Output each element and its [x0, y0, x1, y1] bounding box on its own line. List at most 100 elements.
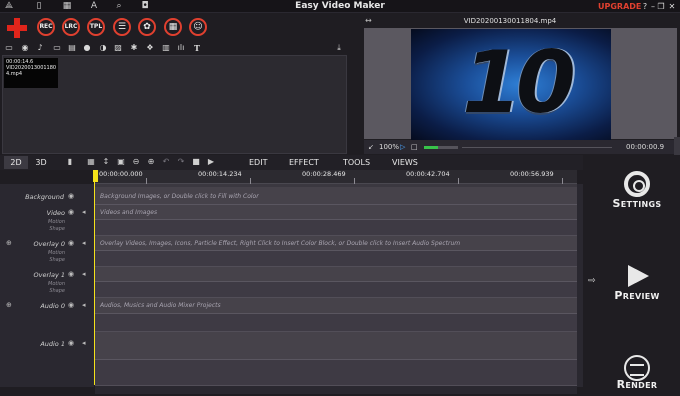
close-button[interactable]: ✕: [667, 0, 677, 13]
tab-2d[interactable]: 2D: [4, 156, 28, 169]
tab-3d[interactable]: 3D: [30, 156, 52, 169]
menu-views[interactable]: VIEWS: [392, 156, 418, 169]
render-button[interactable]: RENDER: [607, 378, 667, 391]
eye-icon[interactable]: ◉: [68, 270, 74, 278]
track-lane-audio-1[interactable]: [95, 332, 577, 360]
ruler-mark: 00:00:00.000: [99, 170, 143, 178]
speaker-icon[interactable]: ◂: [82, 339, 86, 347]
subtitle-list-button[interactable]: ☰: [113, 18, 131, 36]
eye-icon[interactable]: ◉: [68, 239, 74, 247]
track-label-video: Video: [46, 209, 65, 217]
timeline-horizontal-scrollbar[interactable]: [95, 386, 577, 394]
grid-icon[interactable]: ▦: [62, 1, 72, 11]
media-item[interactable]: 00:00:14.6 VID2020013001180 4.mp4: [4, 58, 58, 88]
lrc-button[interactable]: LRC: [62, 18, 80, 36]
volume-track[interactable]: [438, 146, 458, 149]
photo-edit-button[interactable]: ▦: [164, 18, 182, 36]
media-video-icon[interactable]: ▭: [4, 43, 14, 53]
snapshot-icon[interactable]: ▣: [116, 157, 126, 167]
audio-spectrum-icon[interactable]: ılı: [176, 43, 186, 53]
playhead-handle[interactable]: [93, 170, 98, 182]
playhead[interactable]: [94, 182, 95, 385]
restore-button[interactable]: ❐: [656, 0, 666, 13]
track-lane-overlay-0-sub[interactable]: [95, 251, 577, 267]
color-block-icon[interactable]: ▥: [161, 43, 171, 53]
subtitle-icon[interactable]: ▤: [67, 43, 77, 53]
track-label-audio-0: Audio 0: [40, 302, 65, 310]
track-hint-video: Videos and Images: [100, 209, 158, 216]
eye-icon[interactable]: ◉: [68, 339, 74, 347]
track-lane-video[interactable]: [95, 205, 577, 220]
eye-icon[interactable]: ◉: [68, 208, 74, 216]
track-lane-audio-1-sub[interactable]: [95, 360, 577, 386]
text-icon[interactable]: T: [192, 43, 202, 53]
effects-button[interactable]: ✿: [138, 18, 156, 36]
zoom-out-icon[interactable]: ⊖: [131, 157, 141, 167]
speaker-icon[interactable]: ◂: [82, 239, 86, 247]
zoom-level[interactable]: 100%: [379, 141, 399, 153]
menu-tools[interactable]: TOOLS: [343, 156, 370, 169]
play-timeline-icon[interactable]: ▶: [206, 157, 216, 167]
track-sub-motion[interactable]: Motion: [4, 281, 65, 287]
seek-bar[interactable]: [462, 147, 612, 148]
contrast-icon[interactable]: ◑: [98, 43, 108, 53]
menu-edit[interactable]: EDIT: [249, 156, 267, 169]
shapes-icon[interactable]: ❖: [145, 43, 155, 53]
undo-icon[interactable]: ↶: [161, 157, 171, 167]
zoom-in-icon[interactable]: ⊕: [146, 157, 156, 167]
eye-icon[interactable]: ◉: [68, 301, 74, 309]
logo-icon[interactable]: ⟁: [4, 1, 14, 11]
add-media-button[interactable]: [6, 17, 28, 39]
track-sub-motion[interactable]: Motion: [4, 250, 65, 256]
expand-preview-icon[interactable]: ↔: [365, 16, 372, 25]
eye-icon[interactable]: ◉: [68, 192, 74, 200]
shrink-preview-icon[interactable]: ↙: [368, 141, 374, 153]
settings-gear-icon[interactable]: [624, 171, 650, 197]
track-sub-shape[interactable]: Shape: [4, 288, 65, 294]
preview-button[interactable]: PREVIEW: [607, 289, 667, 302]
search-icon[interactable]: ⌕: [114, 1, 124, 11]
project-icon[interactable]: ▯: [34, 1, 44, 11]
preview-video[interactable]: 10: [411, 29, 611, 140]
track-lane-video-sub[interactable]: [95, 220, 577, 236]
shirt-icon[interactable]: ◘: [140, 1, 150, 11]
ruler-mark: 00:00:28.469: [302, 170, 346, 178]
preview-timecode: 00:00:00.9: [626, 143, 665, 151]
grid-view-icon[interactable]: ▦: [86, 157, 96, 167]
image-icon[interactable]: ▭: [52, 43, 62, 53]
user-button[interactable]: ☺: [189, 18, 207, 36]
settings-button[interactable]: SETTINGS: [607, 197, 667, 210]
stop-timeline-icon[interactable]: ■: [191, 157, 201, 167]
track-lane-audio-0-sub[interactable]: [95, 314, 577, 332]
ruler-mark: 00:00:14.234: [198, 170, 242, 178]
speaker-icon[interactable]: ◂: [82, 270, 86, 278]
speaker-icon[interactable]: ◂: [82, 301, 86, 309]
template-button[interactable]: TPL: [87, 18, 105, 36]
stop-icon[interactable]: □: [411, 141, 418, 153]
speaker-icon[interactable]: ◂: [82, 208, 86, 216]
collapse-arrow-icon[interactable]: ⇨: [588, 276, 596, 286]
text-tool-icon[interactable]: A: [89, 1, 99, 11]
record-button[interactable]: REC: [37, 18, 55, 36]
preview-play-icon[interactable]: [628, 265, 649, 287]
track-lane-overlay-1[interactable]: [95, 267, 577, 282]
redo-icon[interactable]: ↷: [176, 157, 186, 167]
upgrade-button[interactable]: UPGRADE: [598, 0, 641, 13]
volume-level[interactable]: [424, 146, 438, 149]
track-sub-shape[interactable]: Shape: [4, 257, 65, 263]
import-icon[interactable]: ⤓: [334, 43, 344, 53]
menu-effect[interactable]: EFFECT: [289, 156, 319, 169]
record-dot-icon[interactable]: ●: [82, 43, 92, 53]
play-icon[interactable]: ▷: [400, 141, 405, 153]
track-lane-overlay-1-sub[interactable]: [95, 282, 577, 298]
camera-icon[interactable]: ◉: [20, 43, 30, 53]
track-sub-motion[interactable]: Motion: [4, 219, 65, 225]
particle-icon[interactable]: ✱: [129, 43, 139, 53]
texture-icon[interactable]: ▨: [113, 43, 123, 53]
track-sub-shape[interactable]: Shape: [4, 226, 65, 232]
track-hint-overlay: Overlay Videos, Images, Icons, Particle …: [100, 240, 461, 247]
fit-height-icon[interactable]: ↕: [101, 157, 111, 167]
preview-filename: VID20200130011804.mp4: [463, 17, 557, 25]
music-icon[interactable]: ♪: [35, 43, 45, 53]
marker-icon[interactable]: ▮: [65, 157, 75, 167]
